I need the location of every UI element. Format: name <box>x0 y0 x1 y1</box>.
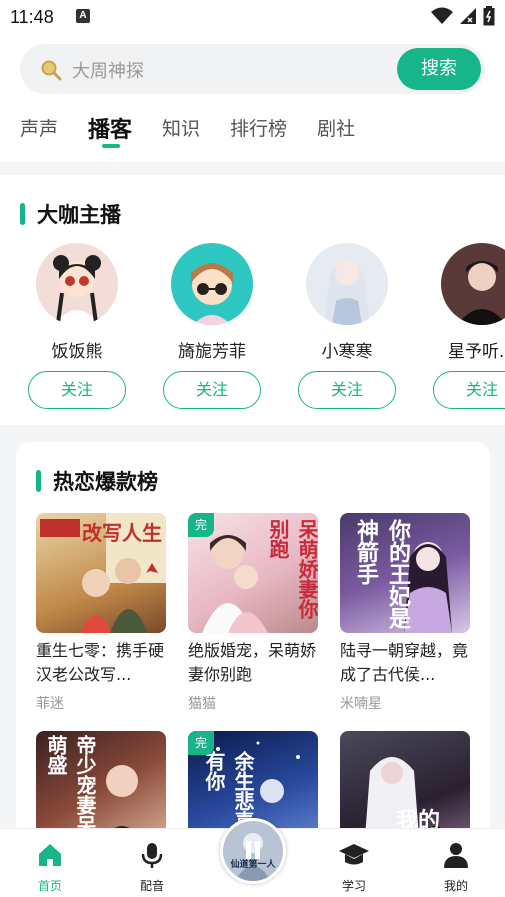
follow-button[interactable]: 关注 <box>28 371 126 409</box>
tab-shengsheng[interactable]: 声声 <box>20 114 58 144</box>
follow-button[interactable]: 关注 <box>433 371 505 409</box>
microphone-icon <box>141 843 163 868</box>
anchors-section: 大咖主播 饭饭熊 关注 旖旎芳菲 关注 小寒寒 关注 星予听. 关注 <box>0 175 505 425</box>
anchor-name: 饭饭熊 <box>51 342 103 362</box>
search-bar[interactable]: 大周神探 搜索 <box>20 44 485 94</box>
pause-icon[interactable] <box>223 821 283 881</box>
header: 大周神探 搜索 声声 播客 知识 排行榜 剧社 <box>0 36 505 162</box>
book-cover[interactable]: 你的王妃是神箭手 <box>340 513 470 633</box>
tab-drama-club[interactable]: 剧社 <box>317 114 355 144</box>
follow-button[interactable]: 关注 <box>163 371 261 409</box>
category-tabs: 声声 播客 知识 排行榜 剧社 <box>20 112 385 148</box>
book-card[interactable]: 改写人生 重生七零：携手硬汉老公改写... 菲迷 <box>36 513 166 713</box>
tab-ranking[interactable]: 排行榜 <box>230 114 287 144</box>
nav-item-me[interactable]: 我的 <box>426 841 486 894</box>
anchor-item[interactable]: 饭饭熊 <box>27 243 127 362</box>
nav-label: 首页 <box>37 879 62 893</box>
title-accent-bar <box>20 203 25 225</box>
title-accent-bar <box>36 470 41 492</box>
nav-label: 配音 <box>139 879 164 893</box>
battery-icon <box>483 6 495 26</box>
book-cover[interactable]: 改写人生 <box>36 513 166 633</box>
anchor-name: 旖旎芳菲 <box>178 342 246 362</box>
graduation-cap-icon <box>339 844 369 865</box>
anchor-item[interactable]: 星予听... <box>432 243 505 362</box>
search-icon <box>41 60 62 81</box>
book-card[interactable]: 呆萌娇妻你别跑 完 绝版婚宠，呆萌娇妻你别跑 猫猫 <box>188 513 318 713</box>
avatar[interactable] <box>36 243 118 325</box>
user-icon <box>444 843 468 868</box>
section-title: 大咖主播 <box>20 199 121 229</box>
nav-label: 学习 <box>341 879 366 893</box>
book-title: 重生七零：携手硬汉老公改写... <box>36 641 165 684</box>
status-time: 11:48 <box>10 7 54 27</box>
complete-tag: 完 <box>188 731 214 755</box>
book-cover[interactable]: 呆萌娇妻你别跑 完 <box>188 513 318 633</box>
avatar[interactable] <box>306 243 388 325</box>
cover-title-art: 改写人生 <box>82 521 162 545</box>
home-icon <box>39 844 61 866</box>
anchor-item[interactable]: 旖旎芳菲 <box>162 243 262 362</box>
cover-title-art: 呆萌娇妻你别跑 <box>266 519 318 619</box>
book-title: 陆寻一朝穿越，竟成了古代侯... <box>340 641 469 684</box>
anchor-item[interactable]: 小寒寒 <box>297 243 397 362</box>
book-title: 绝版婚宠，呆萌娇妻你别跑 <box>188 641 317 684</box>
book-author: 米喃星 <box>340 696 382 712</box>
status-bar: 11:48 A <box>0 0 505 36</box>
avatar[interactable] <box>171 243 253 325</box>
notification-a-icon: A <box>76 9 90 23</box>
search-input[interactable]: 大周神探 <box>72 57 144 83</box>
cover-title-art: 你的王妃是神箭手 <box>353 519 411 629</box>
nav-item-learn[interactable]: 学习 <box>324 841 384 894</box>
avatar[interactable] <box>441 243 505 325</box>
tab-knowledge[interactable]: 知识 <box>162 114 200 144</box>
book-author: 猫猫 <box>188 696 216 712</box>
follow-button[interactable]: 关注 <box>298 371 396 409</box>
anchor-name: 小寒寒 <box>321 342 373 362</box>
mini-player[interactable]: 仙道第一人 <box>220 818 286 884</box>
tab-podcast[interactable]: 播客 <box>88 112 132 148</box>
book-author: 菲迷 <box>36 696 64 712</box>
book-card[interactable]: 你的王妃是神箭手 陆寻一朝穿越，竟成了古代侯... 米喃星 <box>340 513 470 713</box>
complete-tag: 完 <box>188 513 214 537</box>
anchor-name: 星予听... <box>448 342 505 362</box>
section-title: 热恋爆款榜 <box>36 466 158 496</box>
nav-label: 我的 <box>443 879 468 893</box>
search-button[interactable]: 搜索 <box>397 48 481 90</box>
signal-icon <box>460 8 476 24</box>
nav-item-home[interactable]: 首页 <box>20 841 80 894</box>
nav-item-dubbing[interactable]: 配音 <box>122 841 182 894</box>
wifi-icon <box>431 7 453 24</box>
